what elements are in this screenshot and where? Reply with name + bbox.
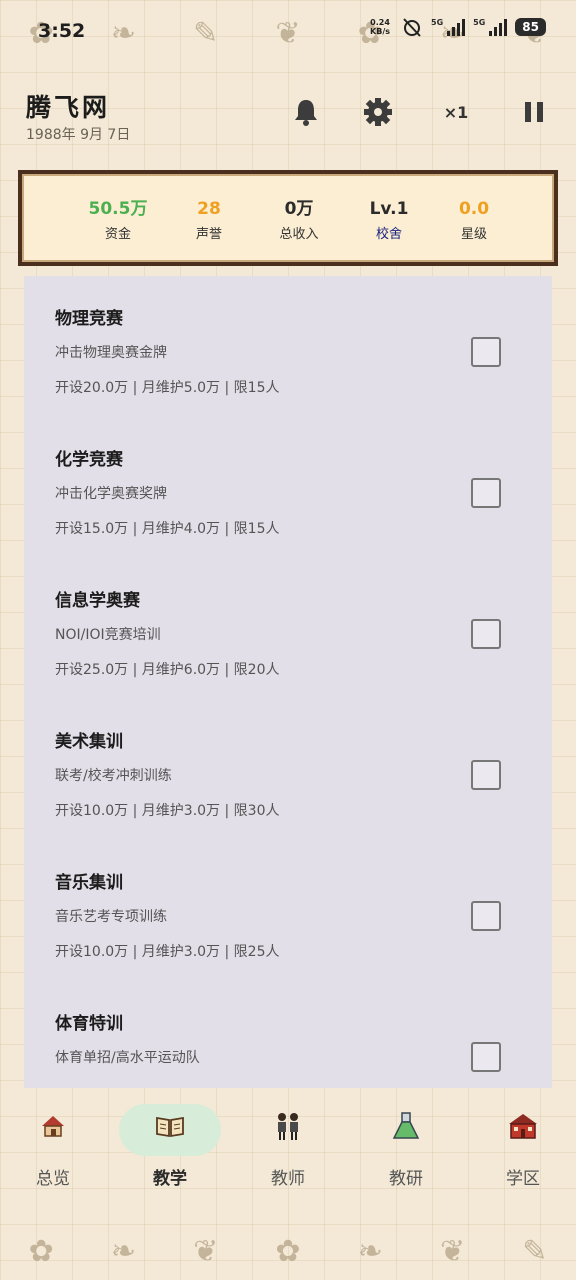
school-name: 腾飞网 <box>26 93 111 122</box>
stats-panel: 50.5万 资金 28 声誉 0万 总收入 Lv.1 校舍 0.0 星级 <box>18 170 558 266</box>
feather-ornament-icon: ✎ <box>522 1233 548 1269</box>
nav-label: 教学 <box>153 1169 187 1189</box>
course-item-art[interactable]: 美术集训 联考/校考冲刺训练 开设10.0万 | 月维护3.0万 | 限30人 <box>24 699 552 840</box>
teachers-icon <box>278 1113 298 1140</box>
stat-label: 校舍 <box>375 227 402 242</box>
stat-value: 28 <box>197 199 221 219</box>
stat-campus[interactable]: Lv.1 校舍 <box>344 198 434 242</box>
status-icons: 0.24 KB/s 5G 5G 85 <box>367 16 546 38</box>
nav-label: 总览 <box>36 1169 70 1189</box>
course-description: 冲击物理奥赛金牌 <box>55 345 167 361</box>
course-name: 物理竞赛 <box>55 309 123 329</box>
course-description: 联考/校考冲刺训练 <box>55 768 172 784</box>
stat-label: 总收入 <box>279 227 319 242</box>
stat-reputation: 28 声誉 <box>164 198 254 242</box>
course-description: 体育单招/高水平运动队 <box>55 1050 200 1066</box>
stat-value: 0.0 <box>458 199 490 219</box>
stat-funds: 50.5万 资金 <box>73 198 163 242</box>
course-checkbox[interactable] <box>471 1042 501 1072</box>
bell-icon <box>295 100 317 126</box>
leaf-ornament-icon: ❧ <box>357 1233 383 1269</box>
status-bar: 3:52 0.24 KB/s 5G 5G 85 <box>0 0 576 64</box>
course-cost: 开设10.0万 | 月维护3.0万 | 限25人 <box>55 944 280 960</box>
nav-label: 教师 <box>271 1169 305 1189</box>
notification-button[interactable] <box>288 94 324 130</box>
course-checkbox[interactable] <box>471 901 501 931</box>
pause-icon <box>525 102 543 122</box>
alarm-muted-icon <box>403 18 421 37</box>
stat-total-income: 0万 总收入 <box>254 198 344 242</box>
game-speed-button[interactable]: ×1 <box>438 94 474 130</box>
swirl-ornament-icon: ✿ <box>275 1233 301 1269</box>
gear-icon <box>364 98 392 126</box>
course-item-music[interactable]: 音乐集训 音乐艺考专项训练 开设10.0万 | 月维护3.0万 | 限25人 <box>24 840 552 981</box>
stat-value: 0万 <box>284 199 314 219</box>
nav-research[interactable]: 教研 <box>356 1106 456 1192</box>
house-icon <box>42 1116 64 1137</box>
course-cost: 开设25.0万 | 月维护6.0万 | 限20人 <box>55 662 280 678</box>
course-description: 音乐艺考专项训练 <box>55 909 167 925</box>
game-date: 1988年 9月 7日 <box>26 127 131 143</box>
settings-button[interactable] <box>360 94 396 130</box>
stat-star-rating: 0.0 星级 <box>429 198 519 242</box>
course-description: 冲击化学奥赛奖牌 <box>55 486 167 502</box>
flask-icon <box>392 1112 420 1139</box>
course-list[interactable]: 物理竞赛 冲击物理奥赛金牌 开设20.0万 | 月维护5.0万 | 限15人 化… <box>24 276 552 1088</box>
course-cost: 开设10.0万 | 月维护3.0万 | 限30人 <box>55 803 280 819</box>
course-checkbox[interactable] <box>471 619 501 649</box>
course-checkbox[interactable] <box>471 478 501 508</box>
bottom-decoration: ✿ ❧ ❦ ✿ ❧ ❦ ✎ <box>0 1226 576 1276</box>
course-item-informatics[interactable]: 信息学奥赛 NOI/IOI竞赛培训 开设25.0万 | 月维护6.0万 | 限2… <box>24 558 552 699</box>
book-ornament-icon: ❦ <box>193 1233 219 1269</box>
nav-overview[interactable]: 总览 <box>3 1106 103 1192</box>
course-name: 音乐集训 <box>55 873 123 893</box>
course-name: 信息学奥赛 <box>55 591 140 611</box>
course-cost: 开设15.0万 | 月维护4.0万 | 限15人 <box>55 521 280 537</box>
nav-teaching[interactable]: 教学 <box>120 1106 220 1192</box>
book-icon <box>156 1116 184 1138</box>
course-name: 美术集训 <box>55 732 123 752</box>
signal-strength-1-icon: 5G <box>431 18 466 36</box>
stat-label: 资金 <box>104 227 131 242</box>
course-item-physics[interactable]: 物理竞赛 冲击物理奥赛金牌 开设20.0万 | 月维护5.0万 | 限15人 <box>24 276 552 417</box>
leaf-ornament-icon: ❧ <box>110 1233 136 1269</box>
stat-label: 星级 <box>460 227 487 242</box>
stat-label: 声誉 <box>195 227 222 242</box>
course-description: NOI/IOI竞赛培训 <box>55 627 161 643</box>
course-item-sports[interactable]: 体育特训 体育单招/高水平运动队 <box>24 981 552 1088</box>
course-checkbox[interactable] <box>471 760 501 790</box>
course-name: 化学竞赛 <box>55 450 123 470</box>
scroll-ornament-icon: ✿ <box>28 1233 54 1269</box>
network-speed: 0.24 KB/s <box>370 18 390 36</box>
battery-indicator: 85 <box>515 18 546 36</box>
course-cost: 开设20.0万 | 月维护5.0万 | 限15人 <box>55 380 280 396</box>
course-checkbox[interactable] <box>471 337 501 367</box>
bottom-navigation: 总览 教学 教师 教研 学区 <box>0 1100 576 1200</box>
book-ornament-icon: ❦ <box>439 1233 466 1269</box>
app-header: 腾飞网 1988年 9月 7日 ×1 <box>0 80 576 150</box>
stat-value: 50.5万 <box>88 199 148 219</box>
stat-value: Lv.1 <box>369 199 409 219</box>
nav-label: 教研 <box>389 1169 423 1189</box>
nav-teachers[interactable]: 教师 <box>238 1106 338 1192</box>
school-building-icon <box>509 1114 537 1139</box>
course-item-chemistry[interactable]: 化学竞赛 冲击化学奥赛奖牌 开设15.0万 | 月维护4.0万 | 限15人 <box>24 417 552 558</box>
pause-button[interactable] <box>516 94 552 130</box>
nav-school-district[interactable]: 学区 <box>473 1106 573 1192</box>
status-time: 3:52 <box>38 20 86 42</box>
course-name: 体育特训 <box>55 1014 123 1034</box>
nav-label: 学区 <box>506 1169 540 1189</box>
signal-strength-2-icon: 5G <box>473 18 508 36</box>
